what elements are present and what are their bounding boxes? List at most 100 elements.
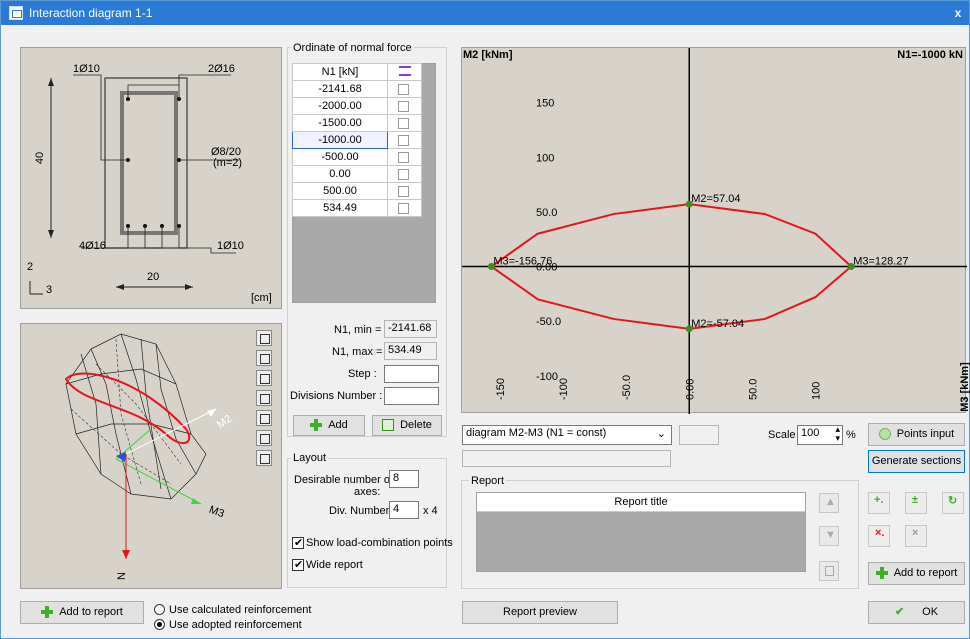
point-label: M2=-57.04	[691, 318, 744, 330]
scale-input[interactable]: 100 ▴ ▾	[797, 425, 843, 445]
x-tick-label: 100	[811, 382, 823, 400]
row-checkbox[interactable]	[398, 202, 409, 214]
show-points-checkbox[interactable]	[292, 536, 304, 549]
add-to-report-button-right[interactable]: Add to report	[868, 562, 965, 585]
table-row[interactable]: 0.00	[292, 165, 422, 183]
chart-ylabel-right: M3 [kNm]	[958, 362, 970, 412]
x-tick-label: 50.0	[747, 379, 759, 400]
row-checkbox[interactable]	[398, 134, 409, 146]
table-row[interactable]: 500.00	[292, 182, 422, 200]
row-checkbox[interactable]	[398, 83, 409, 95]
view-button-5[interactable]	[256, 410, 272, 426]
desirable-label: Desirable number of	[294, 474, 394, 486]
arrow-up-icon: ▲	[825, 496, 836, 508]
select-all-icon[interactable]	[387, 63, 422, 81]
label-bottom-right: 1Ø10	[217, 240, 244, 252]
divisions-input[interactable]	[384, 387, 439, 405]
points-input-button[interactable]: Points input	[868, 423, 965, 446]
cross-section-panel: 1Ø10 2Ø16 Ø8/20 (m=2) 4Ø16 1Ø10 40 20 2 …	[20, 47, 282, 309]
row-checkbox[interactable]	[398, 168, 409, 180]
axis-3-label: 3	[46, 284, 53, 296]
table-row[interactable]: -2000.00	[292, 97, 422, 115]
plus-icon	[41, 606, 54, 619]
plus-icon	[310, 419, 323, 432]
divisions-label: Divisions Number :	[290, 390, 383, 402]
table-row[interactable]: -2141.68	[292, 80, 422, 98]
step-input[interactable]	[384, 365, 439, 383]
view-button-3[interactable]	[256, 370, 272, 386]
wide-report-label: Wide report	[306, 559, 363, 571]
col-header-n1: N1 [kN]	[292, 63, 388, 81]
remove-section-button[interactable]: ×.	[868, 525, 890, 547]
show-points-label: Show load-combination points	[306, 537, 453, 549]
wide-report-checkbox[interactable]	[292, 558, 304, 571]
plus-line-icon: ±	[912, 494, 919, 506]
y-tick-label: -100	[536, 371, 558, 383]
interaction-chart: 15010050.00.00-50.0-100-150 -100 -50.0 0.00…	[462, 48, 967, 414]
div-number-label: Div. Number	[329, 505, 390, 517]
color-field	[679, 425, 719, 445]
report-title: Report	[469, 475, 507, 487]
axis-n-label: N	[115, 572, 128, 580]
point-label: M3=128.27	[853, 256, 908, 268]
view-button-4[interactable]	[256, 390, 272, 406]
y-tick-label: -50.0	[536, 316, 561, 328]
report-list[interactable]: Report title	[476, 492, 806, 572]
view-button-2[interactable]	[256, 350, 272, 366]
move-up-button[interactable]: ▲	[819, 493, 839, 513]
report-preview-button[interactable]: Report preview	[462, 601, 618, 624]
n1-max-field: 534.49	[384, 342, 437, 360]
add-button[interactable]: Add	[293, 415, 365, 436]
ok-button[interactable]: ✔ OK	[868, 601, 965, 624]
add-to-report-button[interactable]: Add to report	[20, 601, 144, 624]
x-tick-label: -100	[558, 378, 570, 400]
add-section-button[interactable]: +.	[868, 492, 890, 514]
x-tick-label: -50.0	[621, 375, 633, 400]
layout-title: Layout	[291, 452, 329, 464]
trash-icon	[382, 419, 395, 432]
app-icon	[9, 6, 23, 20]
diagram-select[interactable]: diagram M2-M3 (N1 = const) ⌄	[462, 425, 672, 445]
delete-report-button[interactable]	[819, 561, 839, 581]
row-checkbox[interactable]	[398, 100, 409, 112]
view-3d-panel[interactable]: M2 M3 N	[20, 323, 282, 589]
row-checkbox[interactable]	[398, 117, 409, 129]
label-bottom-left: 4Ø16	[79, 240, 106, 252]
generate-sections-button[interactable]: Generate sections	[868, 450, 965, 473]
refresh-icon: ↻	[948, 495, 958, 507]
table-row-selected[interactable]: -1000.00	[292, 131, 422, 149]
table-row[interactable]: 534.49	[292, 199, 422, 217]
radio-adopted-label: Use adopted reinforcement	[169, 619, 302, 631]
report-col-header: Report title	[477, 493, 805, 512]
label-top-left: 1Ø10	[73, 63, 100, 75]
radio-calculated[interactable]	[154, 604, 165, 615]
table-row[interactable]: -1500.00	[292, 114, 422, 132]
div-number-input[interactable]: 4	[389, 501, 419, 519]
spinner-icon[interactable]: ▴ ▾	[835, 426, 840, 443]
dim-width: 20	[147, 271, 160, 283]
desirable-label-axes: axes:	[354, 486, 381, 498]
x-tick-label: -150	[495, 378, 507, 400]
remove-line-icon: ×	[912, 527, 919, 539]
n1-max-label: N1, max =	[332, 346, 383, 358]
row-checkbox[interactable]	[398, 151, 409, 163]
x-tick-label: 0.00	[684, 379, 696, 400]
dialog-window: Interaction diagram 1-1 x 1Ø10 2Ø16 Ø8/2…	[0, 0, 970, 639]
desirable-axes-input[interactable]: 8	[389, 470, 419, 488]
title-bar: Interaction diagram 1-1 x	[1, 1, 969, 25]
delete-button[interactable]: Delete	[372, 415, 442, 436]
close-button[interactable]: x	[947, 1, 969, 25]
row-checkbox[interactable]	[398, 185, 409, 197]
move-down-button[interactable]: ▼	[819, 526, 839, 546]
view-button-7[interactable]	[256, 450, 272, 466]
view-button-6[interactable]	[256, 430, 272, 446]
insert-section-button[interactable]: ±	[905, 492, 927, 514]
chart-title-left: M2 [kNm]	[463, 49, 513, 61]
remove-line-button[interactable]: ×	[905, 525, 927, 547]
refresh-button[interactable]: ↻	[942, 492, 964, 514]
normal-force-title: Ordinate of normal force	[291, 42, 414, 54]
radio-adopted[interactable]	[154, 619, 165, 630]
table-row[interactable]: -500.00	[292, 148, 422, 166]
view-button-1[interactable]	[256, 330, 272, 346]
label-stirrup-m: (m=2)	[213, 157, 243, 169]
